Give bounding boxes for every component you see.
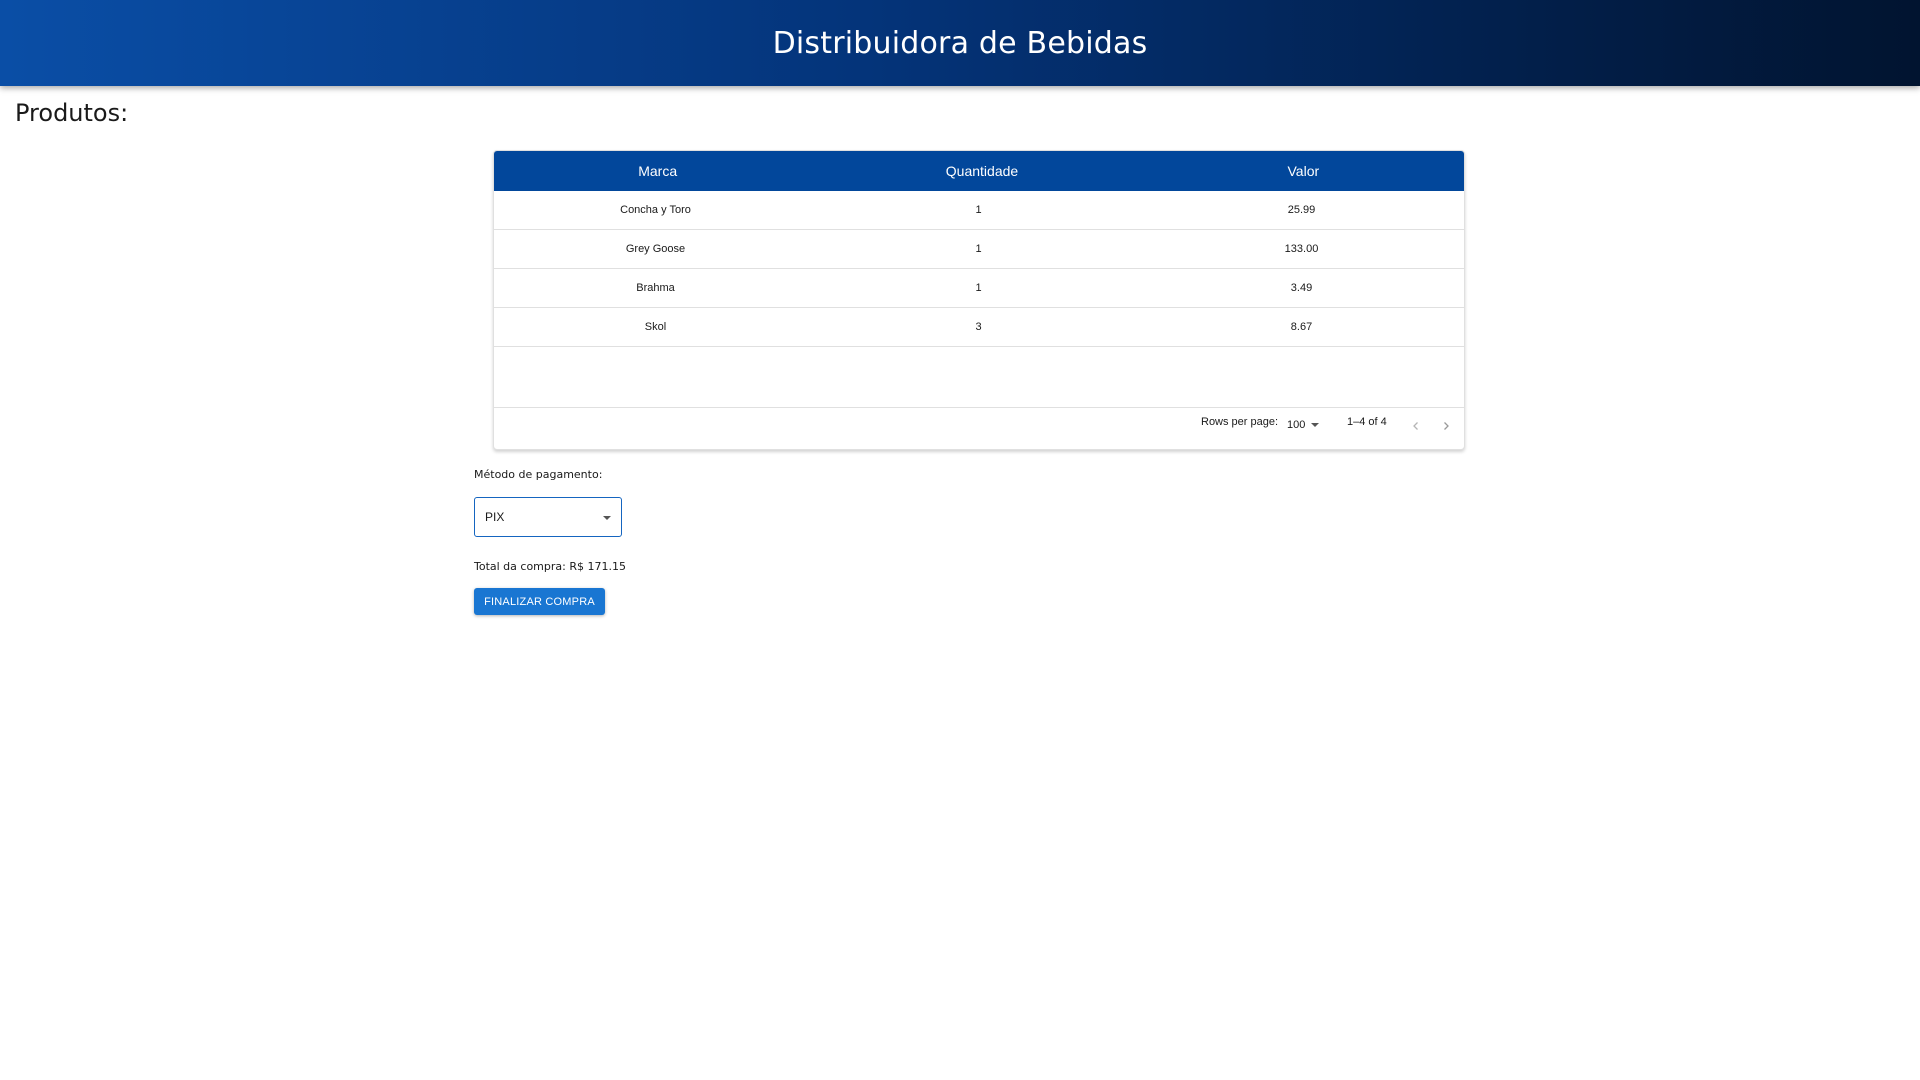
column-header-marca[interactable]: Marca bbox=[494, 163, 821, 179]
column-header-valor[interactable]: Valor bbox=[1143, 163, 1464, 179]
pagination-range: 1–4 of 4 bbox=[1347, 416, 1387, 428]
cell-marca: Brahma bbox=[636, 282, 675, 294]
table-row[interactable]: Skol 3 8.67 bbox=[494, 308, 1464, 347]
caret-down-icon bbox=[603, 516, 611, 520]
cell-valor: 8.67 bbox=[1290, 321, 1313, 333]
cell-quantidade: 3 bbox=[975, 321, 982, 333]
cell-marca: Grey Goose bbox=[625, 243, 686, 255]
cell-valor: 3.49 bbox=[1290, 282, 1313, 294]
table-pagination: Rows per page: 100 1–4 of 4 bbox=[494, 408, 1464, 448]
table-row[interactable]: Grey Goose 1 133.00 bbox=[494, 230, 1464, 269]
cell-quantidade: 1 bbox=[975, 243, 982, 255]
table-row[interactable]: Brahma 1 3.49 bbox=[494, 269, 1464, 308]
chevron-right-icon bbox=[1444, 422, 1449, 430]
products-table: Marca Quantidade Valor Concha y Toro 1 2… bbox=[493, 150, 1465, 450]
app-title: Distribuidora de Bebidas bbox=[772, 25, 1148, 61]
cell-quantidade: 1 bbox=[975, 282, 982, 294]
table-header: Marca Quantidade Valor bbox=[494, 151, 1464, 191]
rows-per-page-select[interactable]: 100 bbox=[1287, 419, 1320, 431]
cell-quantidade: 1 bbox=[975, 204, 982, 216]
table-row[interactable]: Concha y Toro 1 25.99 bbox=[494, 191, 1464, 230]
next-page-button[interactable] bbox=[1436, 416, 1456, 436]
rows-per-page-value: 100 bbox=[1287, 419, 1306, 431]
caret-down-icon bbox=[1311, 423, 1320, 427]
cell-valor: 25.99 bbox=[1287, 204, 1316, 216]
cell-valor: 133.00 bbox=[1284, 243, 1319, 255]
rows-per-page-label: Rows per page: bbox=[1201, 416, 1279, 428]
app-header: Distribuidora de Bebidas bbox=[0, 0, 1920, 86]
cell-marca: Concha y Toro bbox=[620, 204, 691, 216]
previous-page-button[interactable] bbox=[1406, 416, 1426, 436]
column-header-quantidade[interactable]: Quantidade bbox=[821, 163, 1142, 179]
table-empty-space bbox=[494, 347, 1464, 408]
finalize-purchase-button[interactable]: FINALIZAR COMPRA bbox=[474, 588, 605, 615]
section-title: Produtos: bbox=[15, 99, 129, 127]
purchase-total: Total da compra: R$ 171.15 bbox=[474, 560, 626, 573]
payment-method-label: Método de pagamento: bbox=[474, 468, 603, 481]
payment-method-value: PIX bbox=[485, 510, 505, 524]
payment-method-select[interactable]: PIX bbox=[474, 497, 622, 537]
cell-marca: Skol bbox=[644, 321, 667, 333]
chevron-left-icon bbox=[1413, 422, 1418, 430]
